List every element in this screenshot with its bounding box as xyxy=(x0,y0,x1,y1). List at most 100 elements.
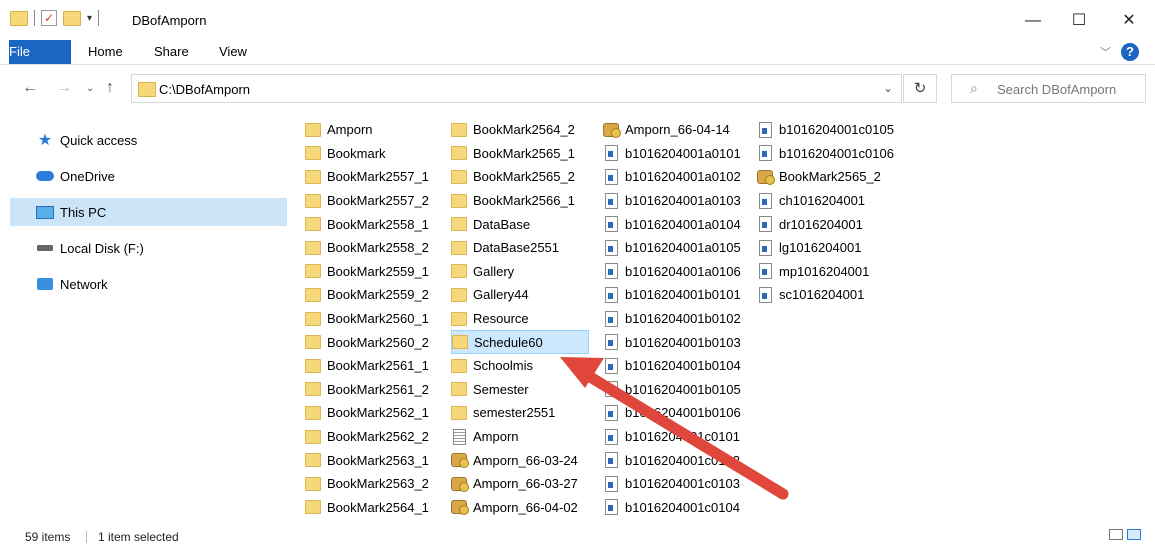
file-item[interactable]: ch1016204001 xyxy=(757,189,897,213)
file-item[interactable]: DataBase xyxy=(451,212,589,236)
file-item[interactable]: BookMark2563_2 xyxy=(305,472,445,496)
file-item[interactable]: Semester xyxy=(451,378,589,402)
sidebar-item-onedrive[interactable]: OneDrive xyxy=(10,158,287,194)
file-item[interactable]: b1016204001c0103 xyxy=(603,472,743,496)
folder-icon[interactable] xyxy=(10,10,28,26)
file-item[interactable]: BookMark2565_2 xyxy=(757,165,897,189)
refresh-button[interactable]: ↻ xyxy=(903,74,937,103)
recent-locations-chevron-icon[interactable]: ⌄ xyxy=(86,83,94,94)
file-item[interactable]: BookMark2564_1 xyxy=(305,496,445,520)
minimize-button[interactable]: — xyxy=(1010,6,1056,36)
file-item[interactable]: b1016204001b0101 xyxy=(603,283,743,307)
expand-ribbon-chevron-icon[interactable]: ﹀ xyxy=(1100,44,1111,60)
file-item[interactable]: BookMark2562_1 xyxy=(305,401,445,425)
file-item[interactable]: Schoolmis xyxy=(451,354,589,378)
file-column: BookMark2564_2 BookMark2565_1 BookMark2565… xyxy=(451,118,589,519)
file-item[interactable]: Schedule60 xyxy=(451,330,589,354)
address-path[interactable]: C:\DBofAmporn xyxy=(159,82,250,97)
file-item[interactable]: DataBase2551 xyxy=(451,236,589,260)
file-item[interactable]: BookMark2560_1 xyxy=(305,307,445,331)
file-item[interactable]: lg1016204001 xyxy=(757,236,897,260)
file-item[interactable]: b1016204001b0104 xyxy=(603,354,743,378)
tab-file[interactable]: File xyxy=(9,40,71,64)
file-item[interactable]: BookMark2563_1 xyxy=(305,448,445,472)
file-item[interactable]: BookMark2558_2 xyxy=(305,236,445,260)
forward-arrow-icon[interactable]: → xyxy=(56,79,72,97)
file-name: Amporn xyxy=(327,122,373,138)
tab-share[interactable]: Share xyxy=(154,40,189,64)
new-folder-icon[interactable] xyxy=(63,10,81,26)
file-item[interactable]: Amporn_66-04-14 xyxy=(603,118,743,142)
close-button[interactable]: ✕ xyxy=(1106,6,1152,36)
file-name: Gallery xyxy=(473,263,515,279)
file-item[interactable]: b1016204001a0104 xyxy=(603,212,743,236)
file-item[interactable]: BookMark2566_1 xyxy=(451,189,589,213)
file-item[interactable]: b1016204001a0101 xyxy=(603,142,743,166)
file-item[interactable]: BookMark2561_2 xyxy=(305,378,445,402)
file-item[interactable]: b1016204001b0106 xyxy=(603,401,743,425)
file-item[interactable]: dr1016204001 xyxy=(757,212,897,236)
sidebar-item-this-pc[interactable]: This PC xyxy=(10,198,287,226)
file-item[interactable]: b1016204001c0101 xyxy=(603,425,743,449)
file-item[interactable]: Gallery44 xyxy=(451,283,589,307)
sidebar-item-network[interactable]: Network xyxy=(10,266,287,302)
file-item[interactable]: Amporn xyxy=(451,425,589,449)
file-item[interactable]: BookMark2559_1 xyxy=(305,260,445,284)
sidebar-item-local-disk[interactable]: Local Disk (F:) xyxy=(10,230,287,266)
file-item[interactable]: b1016204001c0106 xyxy=(757,142,897,166)
file-item[interactable]: b1016204001b0105 xyxy=(603,378,743,402)
file-item[interactable]: BookMark2562_2 xyxy=(305,425,445,449)
file-name: BookMark2560_2 xyxy=(327,334,429,350)
file-item[interactable]: Amporn_66-03-27 xyxy=(451,472,589,496)
tab-home[interactable]: Home xyxy=(88,40,123,64)
file-item[interactable]: b1016204001a0105 xyxy=(603,236,743,260)
file-name: b1016204001c0103 xyxy=(625,476,740,492)
properties-check-icon[interactable]: ✓ xyxy=(41,10,57,26)
file-item[interactable]: semester2551 xyxy=(451,401,589,425)
folder-icon xyxy=(305,287,321,302)
file-item[interactable]: BookMark2565_1 xyxy=(451,142,589,166)
file-item[interactable]: b1016204001a0103 xyxy=(603,189,743,213)
up-arrow-icon[interactable]: ↑ xyxy=(106,79,114,97)
file-item[interactable]: b1016204001b0102 xyxy=(603,307,743,331)
file-item[interactable]: b1016204001a0106 xyxy=(603,260,743,284)
file-item[interactable]: b1016204001c0105 xyxy=(757,118,897,142)
file-item[interactable]: BookMark2559_2 xyxy=(305,283,445,307)
details-view-icon[interactable] xyxy=(1109,529,1123,540)
file-item[interactable]: Amporn_66-04-02 xyxy=(451,496,589,520)
file-item[interactable]: b1016204001c0104 xyxy=(603,496,743,520)
help-button[interactable]: ? xyxy=(1121,43,1139,61)
file-item[interactable]: mp1016204001 xyxy=(757,260,897,284)
file-item[interactable]: Gallery xyxy=(451,260,589,284)
address-bar[interactable]: C:\DBofAmporn ⌄ xyxy=(131,74,902,103)
file-item[interactable]: BookMark2564_2 xyxy=(451,118,589,142)
file-item[interactable]: BookMark2561_1 xyxy=(305,354,445,378)
file-item[interactable]: b1016204001b0103 xyxy=(603,330,743,354)
search-input[interactable]: Search DBofAmporn xyxy=(997,82,1116,97)
database-file-icon xyxy=(451,476,469,492)
document-icon xyxy=(605,145,618,162)
file-item[interactable]: BookMark2558_1 xyxy=(305,212,445,236)
back-arrow-icon[interactable]: ← xyxy=(22,79,38,97)
file-item[interactable]: sc1016204001 xyxy=(757,283,897,307)
file-item[interactable]: Bookmark xyxy=(305,142,445,166)
file-item[interactable]: BookMark2557_1 xyxy=(305,165,445,189)
address-dropdown-icon[interactable]: ⌄ xyxy=(883,81,893,95)
file-item[interactable]: BookMark2557_2 xyxy=(305,189,445,213)
file-name: b1016204001a0101 xyxy=(625,145,741,161)
maximize-button[interactable]: ☐ xyxy=(1056,6,1102,36)
file-item[interactable]: BookMark2560_2 xyxy=(305,330,445,354)
file-item[interactable]: BookMark2565_2 xyxy=(451,165,589,189)
navigation-pane: ★ Quick access OneDrive This PC Local Di… xyxy=(10,122,287,302)
search-box[interactable]: ⌕ Search DBofAmporn xyxy=(951,74,1146,103)
sidebar-item-quick-access[interactable]: ★ Quick access xyxy=(10,122,287,158)
tab-view[interactable]: View xyxy=(219,40,247,64)
list-view-icon[interactable] xyxy=(1127,529,1141,540)
file-item[interactable]: b1016204001c0102 xyxy=(603,448,743,472)
file-item[interactable]: Amporn xyxy=(305,118,445,142)
customize-toolbar-dropdown-icon[interactable]: ▾ xyxy=(87,13,92,24)
document-icon xyxy=(605,381,618,398)
file-item[interactable]: b1016204001a0102 xyxy=(603,165,743,189)
file-item[interactable]: Resource xyxy=(451,307,589,331)
file-item[interactable]: Amporn_66-03-24 xyxy=(451,448,589,472)
